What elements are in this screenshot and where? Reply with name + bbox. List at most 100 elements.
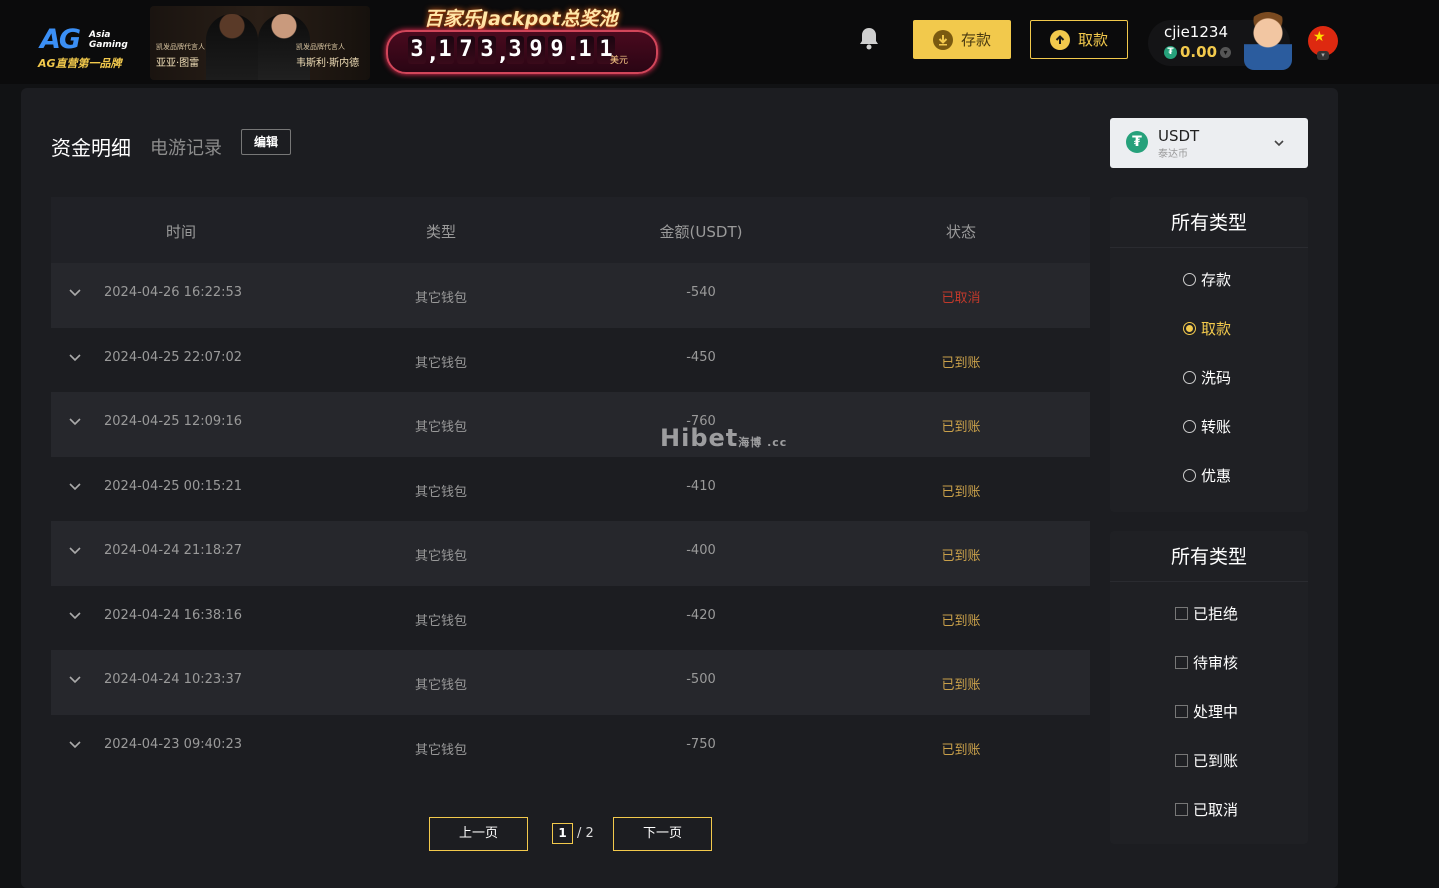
cell-type: 其它钱包 <box>414 549 468 564</box>
cell-type: 其它钱包 <box>414 484 468 500</box>
type-option-label: 存款 <box>1201 271 1232 289</box>
avatar[interactable] <box>1244 12 1292 70</box>
cell-amount: -420 <box>686 607 716 623</box>
table-row[interactable]: 2024-04-25 00:15:21 其它钱包 -410 已到账 <box>51 457 1090 522</box>
watermark: Hibet海博 .cc <box>660 424 787 452</box>
status-option[interactable]: 已到账 <box>1175 750 1238 771</box>
type-option-label: 优惠 <box>1201 467 1232 485</box>
ambassador-name: 亚亚·图雷 <box>156 58 200 69</box>
cell-type: 其它钱包 <box>414 742 468 758</box>
chevron-down-icon[interactable] <box>68 350 82 364</box>
cell-type: 其它钱包 <box>414 420 468 435</box>
status-option[interactable]: 处理中 <box>1175 701 1238 722</box>
type-option[interactable]: 存款 <box>1183 269 1231 290</box>
status-option-label: 处理中 <box>1193 703 1239 721</box>
checkbox[interactable] <box>1175 754 1188 767</box>
prev-page-button[interactable]: 上一页 <box>429 817 528 851</box>
withdraw-button[interactable]: 取款 <box>1030 20 1128 59</box>
status-filter-title: 所有类型 <box>1110 531 1308 582</box>
chevron-down-icon[interactable] <box>68 543 82 557</box>
cell-amount: -450 <box>686 349 716 365</box>
ambassador-label: 凯发品牌代言人 <box>156 43 205 51</box>
chevron-down-icon[interactable] <box>68 479 82 493</box>
cell-time: 2024-04-24 21:18:27 <box>104 543 243 558</box>
chevron-down-icon[interactable] <box>68 414 82 428</box>
table-row[interactable]: 2024-04-25 22:07:02 其它钱包 -450 已到账 <box>51 328 1090 393</box>
type-option[interactable]: 转账 <box>1183 416 1231 437</box>
type-filter-title: 所有类型 <box>1110 197 1308 248</box>
watermark-suffix: 海博 .cc <box>738 436 788 449</box>
table-row[interactable]: 2024-04-23 09:40:23 其它钱包 -750 已到账 <box>51 715 1090 780</box>
radio-button[interactable] <box>1183 371 1196 384</box>
checkbox[interactable] <box>1175 705 1188 718</box>
top-header: AG Asia Gaming AG直营第一品牌 凯发品牌代言人 亚亚·图雷 凯发… <box>0 0 1439 84</box>
checkbox[interactable] <box>1175 803 1188 816</box>
chevron-down-icon[interactable] <box>68 672 82 686</box>
cell-amount: -500 <box>686 672 716 687</box>
ambassador-name: 韦斯利·斯内德 <box>296 58 360 69</box>
ag-logo[interactable]: AG Asia Gaming AG直营第一品牌 <box>36 22 146 72</box>
deposit-button[interactable]: 存款 <box>913 20 1011 59</box>
jackpot-digit: 7 <box>457 36 475 64</box>
column-header-amount: 金额(USDT) <box>659 223 743 241</box>
jackpot-title: 百家乐Jackpot总奖池 <box>424 8 618 30</box>
currency-select[interactable]: ₮ USDT 泰达币 <box>1110 118 1308 168</box>
next-page-button[interactable]: 下一页 <box>613 817 712 851</box>
logo-brand: AG <box>40 24 81 55</box>
type-option[interactable]: 优惠 <box>1183 465 1231 486</box>
chevron-down-icon <box>1274 140 1284 147</box>
tab-game-records[interactable]: 电游记录 <box>150 134 222 160</box>
jackpot-digit: 3 <box>506 36 524 64</box>
table-row[interactable]: 2024-04-24 16:38:16 其它钱包 -420 已到账 <box>51 586 1090 651</box>
chevron-down-icon[interactable] <box>68 737 82 751</box>
radio-button[interactable] <box>1183 469 1196 482</box>
status-option-label: 待审核 <box>1193 654 1239 672</box>
column-header-status: 状态 <box>945 223 977 241</box>
bell-icon[interactable] <box>858 26 880 50</box>
chevron-down-icon[interactable]: ▾ <box>1220 46 1232 58</box>
ambassador-banner[interactable]: 凯发品牌代言人 亚亚·图雷 凯发品牌代言人 韦斯利·斯内德 <box>150 6 370 80</box>
cell-status: 已到账 <box>941 549 981 564</box>
username: cjie1234 <box>1164 23 1228 41</box>
status-option[interactable]: 已取消 <box>1175 799 1238 820</box>
table-row[interactable]: 2024-04-25 12:09:16 其它钱包 -760 已到账 <box>51 392 1090 457</box>
radio-button[interactable] <box>1183 420 1196 433</box>
cell-time: 2024-04-25 12:09:16 <box>104 414 243 429</box>
watermark-text: Hibet <box>660 424 739 452</box>
cell-amount: -750 <box>686 736 716 752</box>
chevron-down-icon[interactable] <box>68 285 82 299</box>
current-page[interactable]: 1 <box>552 823 573 844</box>
jackpot-separator: , <box>429 41 437 65</box>
checkbox[interactable] <box>1175 656 1188 669</box>
deposit-label: 存款 <box>960 31 991 49</box>
cell-type: 其它钱包 <box>414 678 468 693</box>
balance-row[interactable]: ₮ 0.00 ▾ <box>1164 43 1232 61</box>
radio-button[interactable] <box>1183 322 1196 335</box>
table-row[interactable]: 2024-04-26 16:22:53 其它钱包 -540 已取消 <box>51 263 1090 328</box>
chevron-down-icon[interactable]: ▾ <box>1317 51 1329 60</box>
tether-icon: ₮ <box>1164 45 1177 59</box>
logo-slogan: AG直营第一品牌 <box>38 57 122 70</box>
status-option[interactable]: 待审核 <box>1175 652 1238 673</box>
chevron-down-icon[interactable] <box>68 608 82 622</box>
jackpot-digit: 9 <box>548 36 566 64</box>
tab-fund-details[interactable]: 资金明细 <box>51 132 131 161</box>
cell-type: 其它钱包 <box>414 613 468 629</box>
cell-type: 其它钱包 <box>414 291 468 306</box>
withdraw-label: 取款 <box>1077 31 1108 49</box>
table-row[interactable]: 2024-04-24 10:23:37 其它钱包 -500 已到账 <box>51 650 1090 715</box>
balance-value: 0.00 <box>1180 43 1218 61</box>
cell-time: 2024-04-25 00:15:21 <box>104 478 243 494</box>
radio-button[interactable] <box>1183 273 1196 286</box>
status-option-label: 已取消 <box>1193 801 1239 819</box>
table-row[interactable]: 2024-04-24 21:18:27 其它钱包 -400 已到账 <box>51 521 1090 586</box>
status-option[interactable]: 已拒绝 <box>1175 603 1238 624</box>
checkbox[interactable] <box>1175 607 1188 620</box>
transactions-table: 时间 类型 金额(USDT) 状态 2024-04-26 16:22:53 其它钱… <box>51 197 1090 779</box>
edit-button[interactable]: 编辑 <box>241 129 291 155</box>
jackpot-separator: , <box>499 41 507 65</box>
type-option[interactable]: 取款 <box>1183 318 1231 339</box>
type-filter-box: 所有类型 存款取款洗码转账优惠 <box>1110 197 1308 512</box>
type-option[interactable]: 洗码 <box>1183 367 1231 388</box>
jackpot-banner[interactable]: 百家乐Jackpot总奖池 3,173,399.11 美元 <box>384 2 658 74</box>
